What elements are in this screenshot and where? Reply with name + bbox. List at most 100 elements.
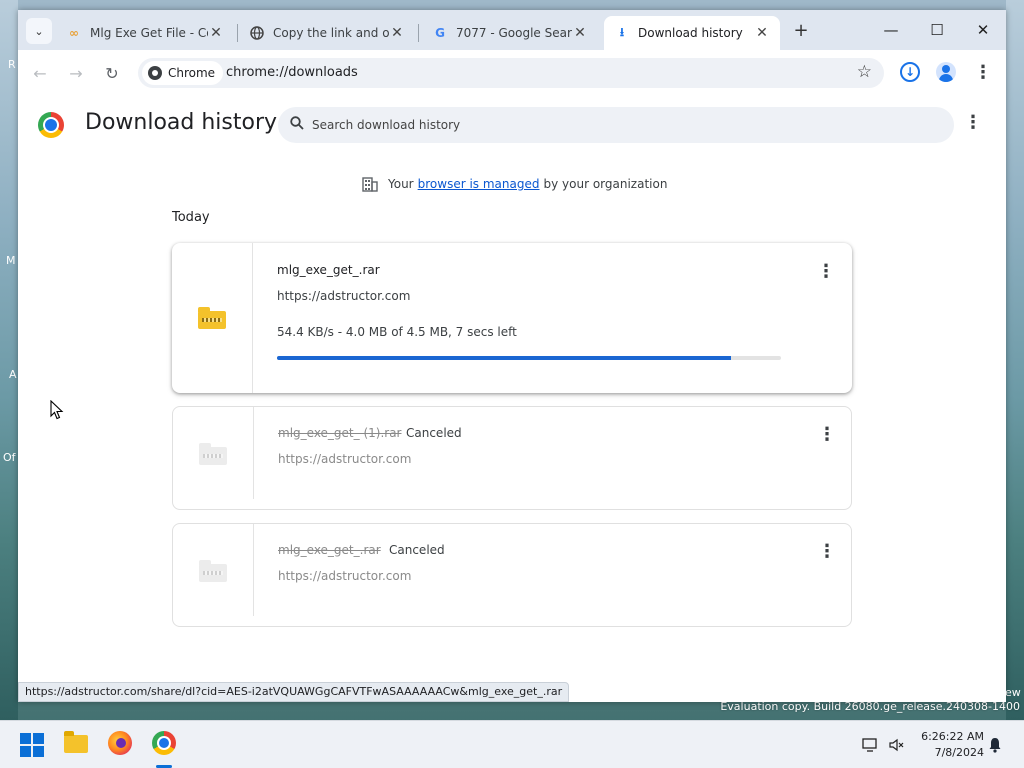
globe-icon xyxy=(249,25,265,41)
new-tab-button[interactable]: + xyxy=(790,20,812,42)
back-button[interactable]: ← xyxy=(28,62,52,86)
chevron-down-icon: ⌄ xyxy=(34,24,44,38)
tab-mlg-exe-get-file[interactable]: ∞ Mlg Exe Get File - Co ✕ xyxy=(56,16,234,50)
download-circle-icon: ↓ xyxy=(900,62,920,82)
download-more-actions-button[interactable]: ⋮ xyxy=(817,261,835,282)
file-explorer-button[interactable] xyxy=(64,731,92,759)
close-icon[interactable]: ✕ xyxy=(572,25,588,41)
desktop-icon-label-fragment: R xyxy=(8,58,16,71)
tab-copy-the-link[interactable]: Copy the link and op ✕ xyxy=(239,16,415,50)
clock-time: 6:26:22 AM xyxy=(921,730,984,743)
desktop-icon-label-fragment: Of xyxy=(3,451,16,464)
chip-label: Chrome xyxy=(168,66,216,80)
page-menu-button[interactable]: ⋮ xyxy=(964,112,982,133)
link-hover-status-bar: https://adstructor.com/share/dl?cid=AES-… xyxy=(18,682,570,702)
download-progress-fill xyxy=(277,356,731,360)
download-source-url[interactable]: https://adstructor.com xyxy=(278,452,411,466)
tab-separator xyxy=(237,24,238,42)
reload-icon: ↻ xyxy=(105,64,119,83)
tab-strip: ⌄ ∞ Mlg Exe Get File - Co ✕ Copy the lin… xyxy=(18,10,1006,50)
close-icon[interactable]: ✕ xyxy=(754,25,770,41)
bookmark-star-icon[interactable]: ☆ xyxy=(857,62,872,82)
download-more-actions-button[interactable]: ⋮ xyxy=(818,541,836,562)
google-icon: G xyxy=(435,26,445,40)
firefox-icon xyxy=(108,731,132,755)
minimize-button[interactable]: — xyxy=(876,18,906,42)
browser-managed-link[interactable]: browser is managed xyxy=(418,177,540,191)
page-title: Download history xyxy=(85,110,278,135)
tab-title: Download history xyxy=(638,26,743,40)
reload-button[interactable]: ↻ xyxy=(100,62,124,86)
desktop-icon-label-fragment: M xyxy=(6,254,16,267)
maximize-button[interactable]: ☐ xyxy=(922,18,952,42)
close-icon[interactable]: ✕ xyxy=(208,25,224,41)
kebab-menu-icon: ⋮ xyxy=(817,261,835,282)
file-icon-column xyxy=(173,407,254,499)
firefox-button[interactable] xyxy=(108,731,136,759)
download-source-url[interactable]: https://adstructor.com xyxy=(277,289,410,303)
profile-button[interactable] xyxy=(936,62,958,84)
desktop-icon-label-fragment: ew xyxy=(1005,686,1021,699)
managed-notice: Your browser is managed by your organiza… xyxy=(362,176,667,192)
system-clock[interactable]: 6:26:22 AM 7/8/2024 xyxy=(908,729,984,761)
volume-muted-icon[interactable] xyxy=(888,737,904,753)
file-icon-column xyxy=(173,524,254,616)
browser-window: ⌄ ∞ Mlg Exe Get File - Co ✕ Copy the lin… xyxy=(18,10,1006,702)
tab-title: Mlg Exe Get File - Co xyxy=(90,26,208,40)
managed-prefix: Your xyxy=(388,177,414,191)
desktop-background-right xyxy=(1006,0,1024,720)
download-icon: ⭳ xyxy=(619,24,625,39)
download-more-actions-button[interactable]: ⋮ xyxy=(818,424,836,445)
kebab-menu-icon: ⋮ xyxy=(974,62,992,83)
browser-menu-button[interactable]: ⋮ xyxy=(972,62,994,84)
infinity-icon: ∞ xyxy=(69,26,79,40)
arrow-right-icon: → xyxy=(69,64,83,83)
tab-google-search[interactable]: G 7077 - Google Search ✕ xyxy=(422,16,598,50)
desktop-icon-label-fragment: A xyxy=(9,368,17,381)
address-bar[interactable]: Chrome chrome://downloads ☆ xyxy=(138,58,884,88)
folder-icon xyxy=(64,731,88,753)
close-icon[interactable]: ✕ xyxy=(389,25,405,41)
download-item: mlg_exe_get_.rar https://adstructor.com … xyxy=(172,243,852,393)
site-info-chip[interactable]: Chrome xyxy=(142,61,224,85)
desktop-background-left xyxy=(0,0,18,720)
date-heading: Today xyxy=(172,210,210,225)
taskbar: 6:26:22 AM 7/8/2024 xyxy=(0,720,1024,768)
chrome-logo-icon xyxy=(38,112,64,138)
archive-file-icon xyxy=(199,443,227,465)
kebab-menu-icon: ⋮ xyxy=(818,541,836,562)
display-icon[interactable] xyxy=(862,737,878,753)
start-button[interactable] xyxy=(18,731,46,759)
archive-file-icon xyxy=(198,307,226,329)
download-status: Canceled xyxy=(406,426,462,440)
url-text[interactable]: chrome://downloads xyxy=(226,65,358,80)
notification-bell-icon[interactable] xyxy=(988,737,1002,753)
kebab-menu-icon: ⋮ xyxy=(818,424,836,445)
clock-date: 7/8/2024 xyxy=(934,746,984,759)
download-status: Canceled xyxy=(389,543,445,557)
download-item: mlg_exe_get_.rar Canceled https://adstru… xyxy=(172,523,852,627)
search-placeholder: Search download history xyxy=(312,118,461,132)
forward-button[interactable]: → xyxy=(64,62,88,86)
close-window-button[interactable]: ✕ xyxy=(968,18,998,42)
arrow-left-icon: ← xyxy=(33,64,47,83)
download-source-url[interactable]: https://adstructor.com xyxy=(278,569,411,583)
kebab-menu-icon: ⋮ xyxy=(964,112,982,133)
chrome-taskbar-button[interactable] xyxy=(152,731,180,759)
profile-avatar-icon xyxy=(936,62,956,82)
download-file-name-link[interactable]: mlg_exe_get_.rar xyxy=(277,263,380,277)
mouse-cursor-icon xyxy=(50,400,64,420)
tab-download-history[interactable]: ⭳ Download history ✕ xyxy=(604,16,780,50)
tab-title: 7077 - Google Search xyxy=(456,26,572,40)
tab-search-button[interactable]: ⌄ xyxy=(26,18,52,44)
tab-title: Copy the link and op xyxy=(273,26,389,40)
download-file-name: mlg_exe_get_ (1).rar xyxy=(278,426,402,440)
download-progress-bar xyxy=(277,356,781,360)
archive-file-icon xyxy=(199,560,227,582)
browser-toolbar: ← → ↻ Chrome chrome://downloads ☆ ↓ ⋮ xyxy=(18,50,1006,96)
download-file-name: mlg_exe_get_.rar xyxy=(278,543,381,557)
search-downloads-input[interactable]: Search download history xyxy=(278,107,954,143)
managed-suffix: by your organization xyxy=(543,177,668,191)
downloads-button[interactable]: ↓ xyxy=(900,62,922,84)
search-icon xyxy=(290,116,304,130)
